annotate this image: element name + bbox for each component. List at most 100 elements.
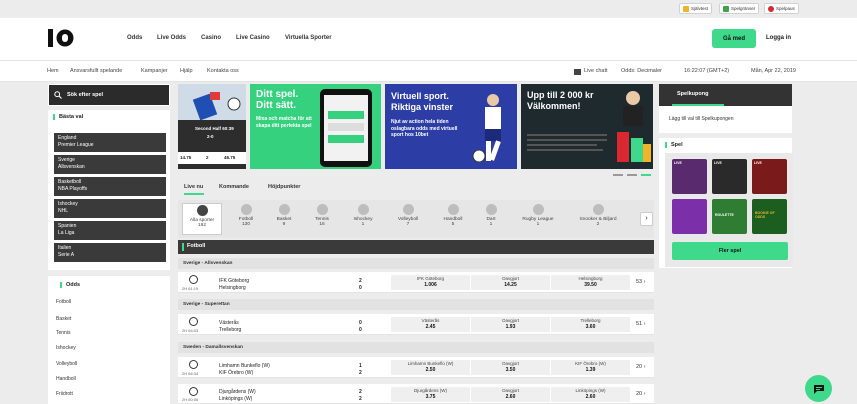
game-tile-roulette[interactable]: ROULETTE — [712, 199, 747, 234]
utility-bar: Självtest Spelgränser Spelpaus — [0, 0, 857, 18]
odds-sports-list: Odds Fotboll Basket Tennis Ishockey Voll… — [48, 276, 170, 404]
basta-val-item[interactable]: Basketboll NBA Playoffs — [54, 177, 166, 196]
home-score: 2 — [359, 278, 362, 284]
sport-filter-dart[interactable]: Dart 1 — [471, 203, 511, 235]
match-row[interactable]: 2H 66:34 Limhamn Bunkeflo (W) KIF Örebro… — [178, 357, 654, 378]
game-tile-live[interactable]: LIVE — [712, 159, 747, 194]
away-team: Linköpings (W) — [219, 396, 253, 402]
chevron-right-icon[interactable]: › — [640, 212, 653, 226]
chat-bubble-icon — [813, 384, 824, 394]
odds-button-home[interactable]: Limhamn Bunkeflo (W) 2.50 — [391, 360, 470, 375]
sport-filter-volleyboll[interactable]: Volleyboll 7 — [388, 203, 428, 235]
match-row[interactable]: 2H 61:19 IFK Göteborg Helsingborg 2 0 IF… — [178, 272, 654, 293]
odds-button-draw[interactable]: Oavgjort 1.93 — [471, 317, 550, 332]
subnav-hjalp[interactable]: Hjälp — [180, 68, 193, 74]
nav-live-casino[interactable]: Live Casino — [236, 35, 270, 41]
tab-kommande[interactable]: Kommande — [219, 184, 249, 190]
odds-list-item[interactable]: Handboll — [56, 376, 76, 382]
join-button[interactable]: Gå med — [712, 29, 756, 48]
basta-val-item[interactable]: Italien Serie A — [54, 243, 166, 262]
basta-val-item[interactable]: Sverige Allsvenskan — [54, 155, 166, 174]
basta-val-item[interactable]: Ishockey NHL — [54, 199, 166, 218]
football-icon — [189, 387, 198, 396]
sjalvtest-icon — [683, 5, 689, 12]
subnav-ansvarsfullt[interactable]: Ansvarsfullt spelande — [70, 68, 122, 74]
carousel-dot-active[interactable] — [641, 174, 651, 176]
odds-button-home[interactable]: Västerås 2.45 — [391, 317, 470, 332]
sport-filter-basket[interactable]: Basket 9 — [264, 203, 304, 235]
login-link[interactable]: Logga in — [766, 35, 791, 41]
sport-filter-fotboll[interactable]: Fotboll 130 — [226, 203, 266, 235]
game-tile-live[interactable]: LIVE — [672, 159, 707, 194]
odds-list-item[interactable]: Friidrott — [56, 391, 73, 397]
odds-button-draw[interactable]: Oavgjort 2.60 — [471, 387, 550, 402]
more-markets-link[interactable]: 51 › — [636, 321, 646, 327]
sjalvtest-button[interactable]: Självtest — [679, 3, 713, 14]
sport-filter-snooker[interactable]: Snooker & Biljard 2 — [576, 203, 620, 235]
sport-filter-strip: Alla sporter 192 Fotboll 130 Basket 9 Tenni… — [178, 200, 654, 238]
livechatt-link[interactable]: Live chatt — [584, 68, 608, 74]
sport-filter-ishockey[interactable]: Ishockey 1 — [343, 203, 383, 235]
carousel-dot[interactable] — [627, 174, 637, 176]
more-markets-link[interactable]: 20 › — [636, 364, 646, 370]
sport-filter-handboll[interactable]: Handboll 5 — [433, 203, 473, 235]
odds-button-away[interactable]: Linköpings (W) 2.60 — [551, 387, 630, 402]
odds-button-home[interactable]: IFK Göteborg 1.006 — [391, 275, 470, 290]
match-row[interactable]: 2H 60:06 Djurgårdens (W) Linköpings (W) … — [178, 384, 654, 404]
odds-format-select[interactable]: Odds: Decimaler — [621, 68, 662, 74]
spelpaus-icon — [768, 5, 774, 12]
spelpaus-button[interactable]: Spelpaus — [764, 3, 799, 14]
game-tile-bookie-of-odds[interactable]: BOOKIE OF ODDS — [752, 199, 787, 234]
search-games-button[interactable]: Sök efter spel — [48, 84, 170, 106]
odds-button-draw[interactable]: Oavgjort 3.50 — [471, 360, 550, 375]
tab-hojdpunkter[interactable]: Höjdpunkter — [268, 184, 300, 190]
odds-button-home[interactable]: Djurgårdens (W) 3.75 — [391, 387, 470, 402]
fler-spel-button[interactable]: Fler spel — [672, 242, 788, 260]
odds-list-item[interactable]: Tennis — [56, 330, 70, 336]
nav-odds[interactable]: Odds — [127, 35, 142, 41]
game-tile[interactable] — [672, 199, 707, 234]
more-markets-link[interactable]: 53 › — [636, 279, 646, 285]
odds-list-item[interactable]: Fotboll — [56, 299, 71, 305]
banner-virtuell-sport[interactable]: Virtuell sport. Riktiga vinster Njut av … — [385, 84, 517, 169]
more-markets-link[interactable]: 20 › — [636, 391, 646, 397]
banner-live-match[interactable]: Second Half 60:39 2-0 14.75 2 46.75 — [178, 84, 246, 169]
sport-filter-rugby[interactable]: Rugby League 1 — [518, 203, 558, 235]
subnav-hem[interactable]: Hem — [47, 68, 59, 74]
odds-list-item[interactable]: Ishockey — [56, 345, 76, 351]
basketball-icon — [278, 204, 290, 215]
banner-valkommen-bonus[interactable]: Upp till 2 000 kr Välkommen! — [521, 84, 653, 169]
banner-ditt-spel[interactable]: Ditt spel. Ditt sätt. Mixa och matcha fö… — [250, 84, 381, 169]
away-score: 0 — [359, 285, 362, 291]
logo[interactable] — [47, 28, 75, 48]
basta-val-item[interactable]: Spanien La Liga — [54, 221, 166, 240]
nav-live-odds[interactable]: Live Odds — [157, 35, 186, 41]
spelkupong-title: Spelkupong — [659, 84, 792, 106]
odds-list-item[interactable]: Volleyboll — [56, 361, 77, 367]
away-team: KIF Örebro (W) — [219, 370, 254, 376]
football-icon — [189, 317, 198, 326]
subnav-kontakta[interactable]: Kontakta oss — [207, 68, 239, 74]
subnav-kampanjer[interactable]: Kampanjer — [141, 68, 168, 74]
chat-button[interactable] — [805, 375, 832, 402]
spelgranser-button[interactable]: Spelgränser — [719, 3, 760, 14]
match-row[interactable]: 2H 64:03 Västerås Trelleborg 0 0 Västerå… — [178, 314, 654, 335]
game-tile-live[interactable]: LIVE — [752, 159, 787, 194]
odds-button-away[interactable]: Helsingborg 39.50 — [551, 275, 630, 290]
odds-button-draw[interactable]: Oavgjort 14.25 — [471, 275, 550, 290]
nav-virtuella-sporter[interactable]: Virtuella Sporter — [285, 35, 332, 41]
date-display: Mån, Apr 22, 2019 — [751, 68, 796, 74]
spelkupong-empty-text: Lägg till val till Spelkupongen — [669, 116, 734, 122]
nav-casino[interactable]: Casino — [201, 35, 221, 41]
odds-button-away[interactable]: Trelleborg 3.60 — [551, 317, 630, 332]
sport-filter-tennis[interactable]: Tennis 16 — [302, 203, 342, 235]
chips-illustration — [617, 91, 651, 162]
football-icon — [240, 204, 252, 215]
tab-live-nu[interactable]: Live nu — [184, 184, 203, 190]
live-match-odds[interactable]: 14.75 2 46.75 — [178, 152, 246, 164]
basta-val-item[interactable]: England Premier League — [54, 133, 166, 152]
odds-button-away[interactable]: KIF Örebro (W) 1.39 — [551, 360, 630, 375]
carousel-dot[interactable] — [613, 174, 623, 176]
odds-list-item[interactable]: Basket — [56, 316, 71, 322]
sport-filter-alla[interactable]: Alla sporter 192 — [182, 203, 222, 235]
